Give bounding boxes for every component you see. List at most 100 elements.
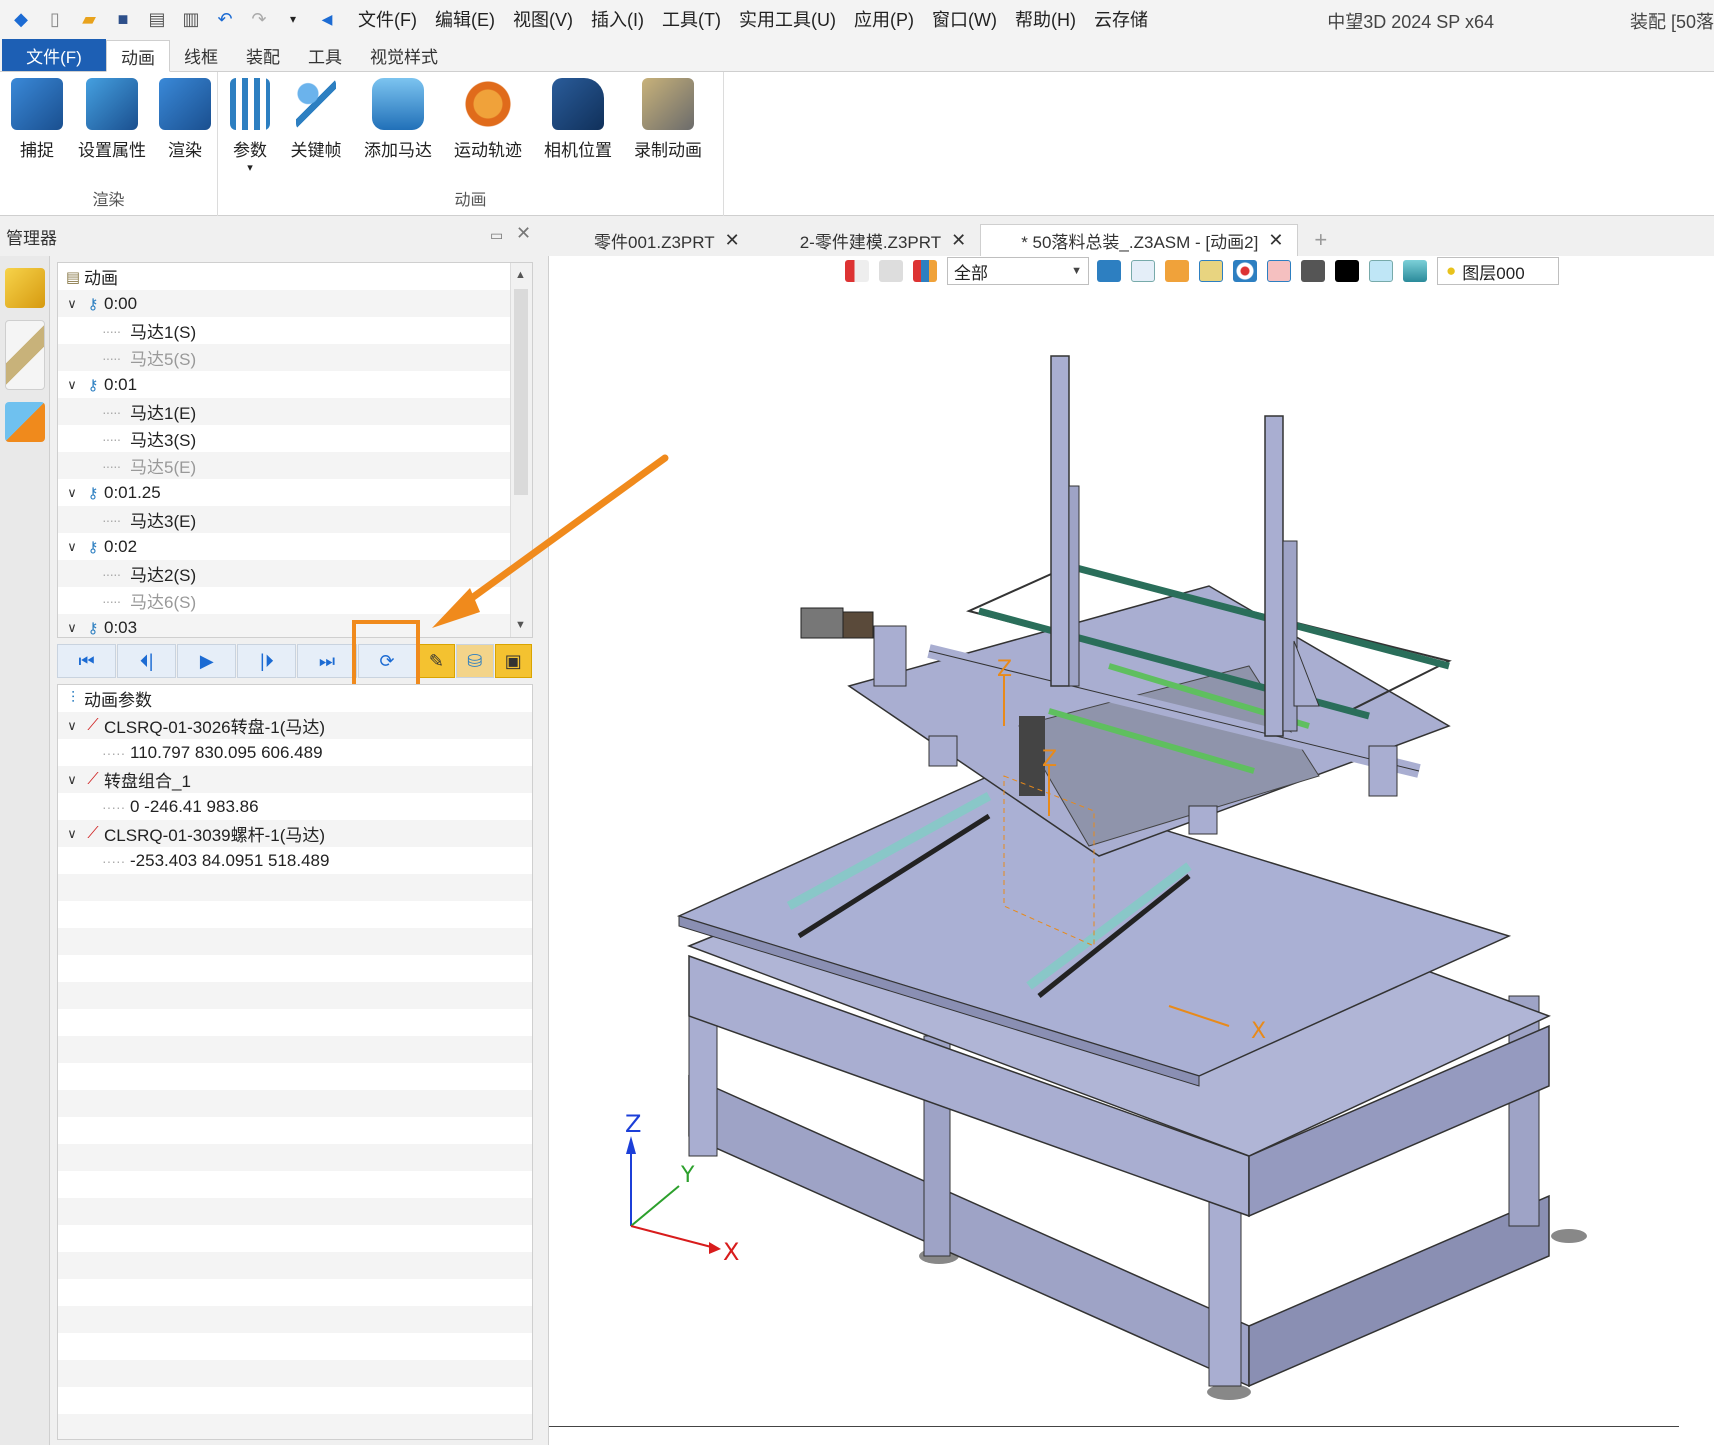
chevron-down-icon[interactable]: ∨ xyxy=(62,377,82,393)
param-node[interactable]: ∨ ⟋ 转盘组合_1 xyxy=(58,766,532,793)
manager-side-tabs xyxy=(0,256,50,1445)
close-tab-icon[interactable]: ✕ xyxy=(951,230,966,251)
customize-dropdown-icon[interactable]: ▾ xyxy=(280,6,306,32)
print-icon[interactable]: ▤ xyxy=(144,6,170,32)
keyframe-row[interactable]: ∨ ⚷ 0:01 xyxy=(58,371,532,398)
menu-edit[interactable]: 编辑(E) xyxy=(435,6,495,32)
menu-insert[interactable]: 插入(I) xyxy=(591,6,644,32)
new-tab-icon[interactable]: + xyxy=(1314,224,1327,256)
close-tab-icon[interactable]: ✕ xyxy=(1268,230,1283,251)
keyframe-motor-item[interactable]: ····· 马达5(S) xyxy=(58,344,532,371)
assembly-model[interactable]: Z Z X Z Y X xyxy=(549,256,1714,1445)
keyframe-row[interactable]: ∨ ⚷ 0:03 xyxy=(58,614,532,637)
assembly-tree-icon[interactable] xyxy=(4,268,45,308)
doc-tab-assembly[interactable]: * 50落料总装_.Z3ASM - [动画2] ✕ xyxy=(980,224,1299,256)
menu-utilities[interactable]: 实用工具(U) xyxy=(739,6,836,32)
menu-tools[interactable]: 工具(T) xyxy=(662,6,721,32)
chevron-down-icon[interactable]: ∨ xyxy=(62,718,82,734)
chevron-down-icon[interactable]: ∨ xyxy=(62,826,82,842)
keyframe-motor-item[interactable]: ····· 马达5(E) xyxy=(58,452,532,479)
play-button[interactable]: ▶ xyxy=(177,644,237,678)
menu-help[interactable]: 帮助(H) xyxy=(1015,6,1076,32)
menu-cloud-storage[interactable]: 云存储 xyxy=(1094,6,1148,32)
camera-position-button[interactable]: 相机位置 xyxy=(540,78,616,161)
parameters-icon xyxy=(230,78,270,130)
restore-icon[interactable]: ▭ xyxy=(490,227,503,244)
add-motor-button[interactable]: 添加马达 xyxy=(360,78,436,161)
param-value-row[interactable]: ····· 0 -246.41 983.86 xyxy=(58,793,532,820)
path-tool-button[interactable]: ✎ xyxy=(417,644,456,678)
empty-row xyxy=(58,1171,532,1198)
keyframe-row[interactable]: ∨ ⚷ 0:01.25 xyxy=(58,479,532,506)
animation-film-icon[interactable] xyxy=(4,320,45,390)
params-root[interactable]: ⫶ 动画参数 xyxy=(58,685,532,712)
chevron-down-icon[interactable]: ∨ xyxy=(62,620,82,636)
doc-tab-part-modeling[interactable]: 2-零件建模.Z3PRT ✕ xyxy=(754,224,980,256)
keyframe-motor-item[interactable]: ····· 马达2(S) xyxy=(58,560,532,587)
file-tab[interactable]: 文件(F) xyxy=(2,39,106,71)
collapse-left-icon[interactable]: ◀ xyxy=(314,6,340,32)
chevron-down-icon[interactable]: ∨ xyxy=(62,539,82,555)
keyframe-button[interactable]: 关键帧 xyxy=(284,78,348,161)
param-node[interactable]: ∨ ⟋ CLSRQ-01-3026转盘-1(马达) xyxy=(58,712,532,739)
new-file-icon[interactable]: ▯ xyxy=(42,6,68,32)
keyframe-row[interactable]: ∨ ⚷ 0:00 xyxy=(58,290,532,317)
tab-assembly[interactable]: 装配 xyxy=(232,39,294,71)
open-file-icon[interactable]: ▰ xyxy=(76,6,102,32)
param-name: CLSRQ-01-3026转盘-1(马达) xyxy=(104,718,326,737)
doc-tab-part001[interactable]: 零件001.Z3PRT ✕ xyxy=(548,224,754,256)
keyframe-motor-item[interactable]: ····· 马达3(S) xyxy=(58,425,532,452)
menu-window[interactable]: 窗口(W) xyxy=(932,6,997,32)
print-preview-icon[interactable]: ▥ xyxy=(178,6,204,32)
app-logo-icon[interactable]: ◆ xyxy=(8,6,34,32)
keyframe-motor-item[interactable]: ····· 马达3(E) xyxy=(58,506,532,533)
menu-file[interactable]: 文件(F) xyxy=(358,6,417,32)
record-animation-button[interactable]: 录制动画 xyxy=(630,78,706,161)
motor-tool-button[interactable]: ⛁ xyxy=(456,644,494,678)
close-tab-icon[interactable]: ✕ xyxy=(725,230,740,251)
undo-icon[interactable]: ↶ xyxy=(212,6,238,32)
close-icon[interactable]: ✕ xyxy=(516,223,531,244)
go-to-start-button[interactable]: ⏮ xyxy=(57,644,117,678)
keyframe-motor-item[interactable]: ····· 马达1(S) xyxy=(58,317,532,344)
go-to-end-button[interactable]: ⏭ xyxy=(297,644,357,678)
chevron-down-icon[interactable]: ∨ xyxy=(62,485,82,501)
param-node[interactable]: ∨ ⟋ CLSRQ-01-3039螺杆-1(马达) xyxy=(58,820,532,847)
render-button[interactable]: 渲染 xyxy=(158,78,212,161)
scroll-down-icon[interactable]: ▼ xyxy=(515,619,526,631)
param-value-row[interactable]: ····· 110.797 830.095 606.489 xyxy=(58,739,532,766)
tree-root[interactable]: ▤ 动画 xyxy=(58,263,532,290)
ribbon-group-render-label: 渲染 xyxy=(92,192,125,209)
tree-scrollbar[interactable]: ▲ ▼ xyxy=(510,263,532,637)
set-properties-button[interactable]: 设置属性 xyxy=(74,78,150,161)
scroll-up-icon[interactable]: ▲ xyxy=(515,269,526,281)
tab-animation[interactable]: 动画 xyxy=(106,40,170,72)
parameters-dropdown-icon[interactable]: ▾ xyxy=(228,161,272,174)
menu-view[interactable]: 视图(V) xyxy=(513,6,573,32)
image-export-icon[interactable] xyxy=(4,402,45,442)
menu-apps[interactable]: 应用(P) xyxy=(854,6,914,32)
frame-tool-button[interactable]: ▣ xyxy=(494,644,533,678)
capture-button[interactable]: 捕捉 xyxy=(8,78,66,161)
redo-icon[interactable]: ↷ xyxy=(246,6,272,32)
save-icon[interactable]: ■ xyxy=(110,6,136,32)
step-forward-button[interactable]: |⏵ xyxy=(237,644,297,678)
keyframe-motor-item[interactable]: ····· 马达1(E) xyxy=(58,398,532,425)
first-frame-icon: ⏮ xyxy=(78,650,95,671)
param-value-row[interactable]: ····· -253.403 84.0951 518.489 xyxy=(58,847,532,874)
manager-title: 管理器 xyxy=(6,228,57,248)
3d-viewport[interactable]: 全部 ▼ ● 图层000 Z Z X Z Y X xyxy=(548,256,1714,1445)
tab-tools[interactable]: 工具 xyxy=(294,39,356,71)
tab-wireframe[interactable]: 线框 xyxy=(170,39,232,71)
step-back-button[interactable]: ⏴| xyxy=(117,644,177,678)
chevron-down-icon[interactable]: ∨ xyxy=(62,296,82,312)
keyframe-motor-item[interactable]: ····· 马达6(S) xyxy=(58,587,532,614)
motion-path-button[interactable]: 运动轨迹 xyxy=(450,78,526,161)
parameters-button[interactable]: 参数 ▾ xyxy=(228,78,272,174)
tab-visual-style[interactable]: 视觉样式 xyxy=(356,39,452,71)
scroll-thumb[interactable] xyxy=(514,289,528,495)
keyframe-row[interactable]: ∨ ⚷ 0:02 xyxy=(58,533,532,560)
film-icon: ▤ xyxy=(65,268,81,286)
end-bracket xyxy=(1368,745,1398,797)
chevron-down-icon[interactable]: ∨ xyxy=(62,772,82,788)
